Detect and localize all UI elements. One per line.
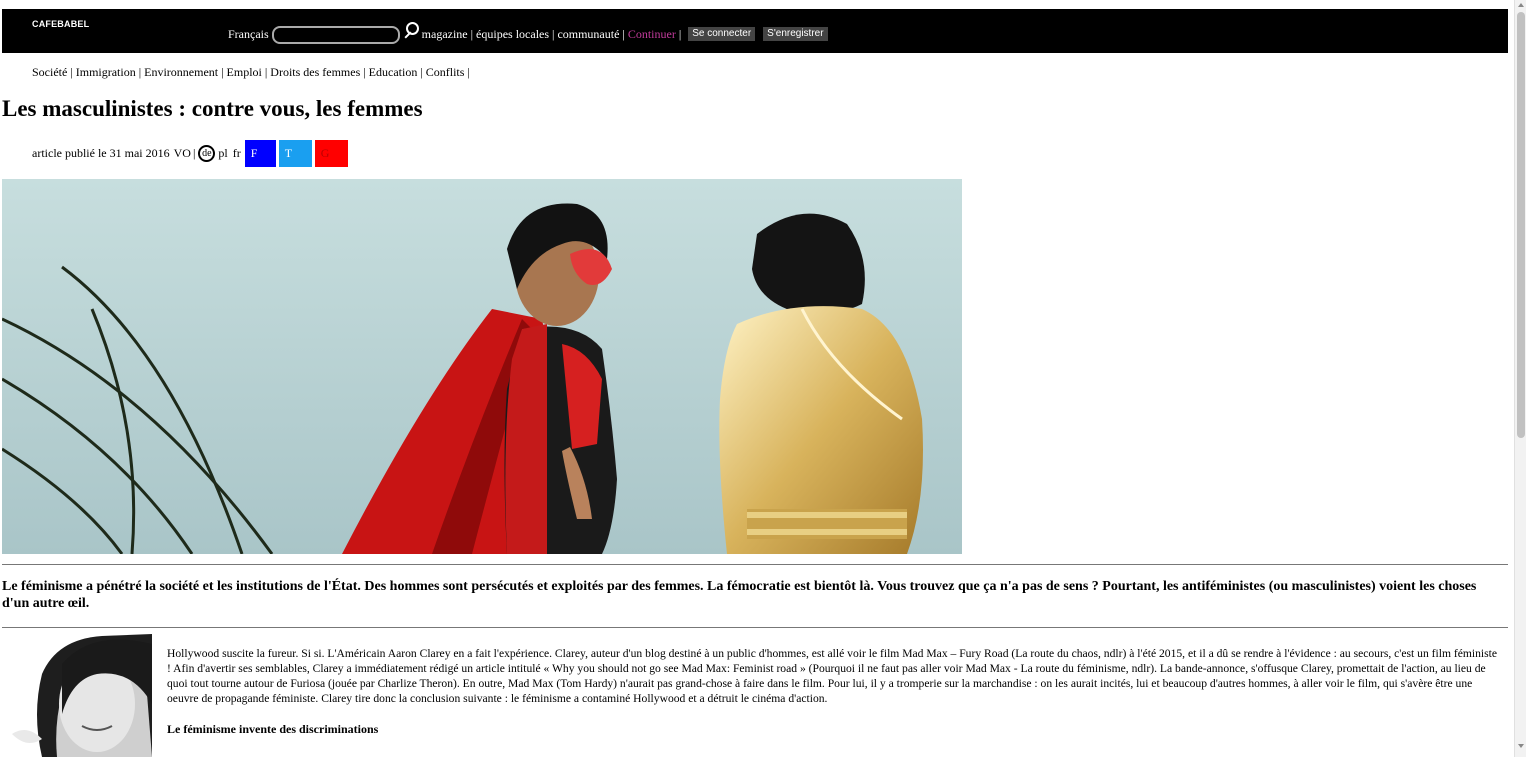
facebook-share-button[interactable]: F (244, 140, 276, 167)
publish-date: article publié le 31 mai 2016 (32, 146, 170, 160)
nav-link-communaute[interactable]: communauté (557, 27, 619, 42)
language-link-pl[interactable]: pl (218, 146, 227, 161)
separator: | (363, 65, 366, 79)
separator: | (467, 65, 470, 79)
top-nav: Français magazine | équipes locales | co… (228, 22, 828, 44)
google-share-button[interactable]: G (314, 140, 348, 167)
category-conflits[interactable]: Conflits (426, 65, 465, 79)
separator: | (192, 146, 196, 160)
article-subheading: Le féminisme invente des discriminations (167, 722, 379, 736)
category-immigration[interactable]: Immigration (76, 65, 136, 79)
hero-image (2, 179, 962, 554)
category-menu: Société | Immigration | Environnement | Emploi… (32, 65, 473, 80)
hero-photo (2, 179, 962, 554)
divider (2, 564, 1508, 565)
article-lead: Le féminisme a pénétré la société et les… (2, 579, 1477, 611)
category-environnement[interactable]: Environnement (144, 65, 218, 79)
scrollbar-thumb[interactable] (1517, 12, 1525, 438)
article-body: Hollywood suscite la fureur. Si si. L'Am… (167, 647, 1498, 705)
search-input[interactable] (271, 26, 400, 44)
separator: | (70, 65, 73, 79)
separator: | (622, 26, 625, 41)
divider (2, 627, 1508, 628)
separator: | (138, 65, 142, 79)
separator: | (552, 26, 555, 41)
category-societe[interactable]: Société (32, 65, 67, 79)
cafebabel-logo[interactable]: CAFEBABEL (32, 19, 89, 29)
language-link-fr[interactable]: fr (233, 146, 241, 161)
author-photo (2, 634, 152, 757)
language-link-de[interactable]: de (198, 145, 216, 162)
category-emploi[interactable]: Emploi (227, 65, 262, 79)
top-bar: CAFEBABEL Français magazine | équipes lo… (2, 9, 1508, 53)
nav-link-equipes-locales[interactable]: équipes locales (476, 27, 549, 42)
vertical-scrollbar[interactable] (1514, 0, 1526, 757)
article-title: Les masculinistes : contre vous, les fem… (2, 96, 423, 121)
search-icon[interactable] (403, 22, 419, 38)
twitter-share-button[interactable]: T (278, 140, 312, 167)
scroll-up-arrow-icon[interactable] (1518, 3, 1524, 7)
login-button[interactable]: Se connecter (688, 27, 756, 41)
separator: | (678, 26, 682, 41)
continuer-link[interactable]: Continuer (628, 27, 676, 42)
author-avatar (2, 634, 152, 757)
category-droits-des-femmes[interactable]: Droits des femmes (270, 65, 360, 79)
separator: | (470, 26, 474, 41)
page: CAFEBABEL Français magazine | équipes lo… (0, 0, 1514, 757)
nav-link-magazine[interactable]: magazine (422, 27, 468, 42)
original-version-label: VO (173, 146, 191, 160)
language-selector[interactable]: Français (228, 27, 269, 42)
scroll-down-arrow-icon[interactable] (1518, 744, 1524, 748)
separator: | (420, 65, 423, 79)
separator: | (221, 65, 224, 79)
article-meta: article publié le 31 mai 2016 VO | de pl… (32, 140, 348, 167)
category-education[interactable]: Education (369, 65, 418, 79)
next-paragraph-cutoff (167, 750, 1407, 757)
separator: | (264, 65, 268, 79)
register-button[interactable]: S'enregistrer (763, 27, 828, 41)
